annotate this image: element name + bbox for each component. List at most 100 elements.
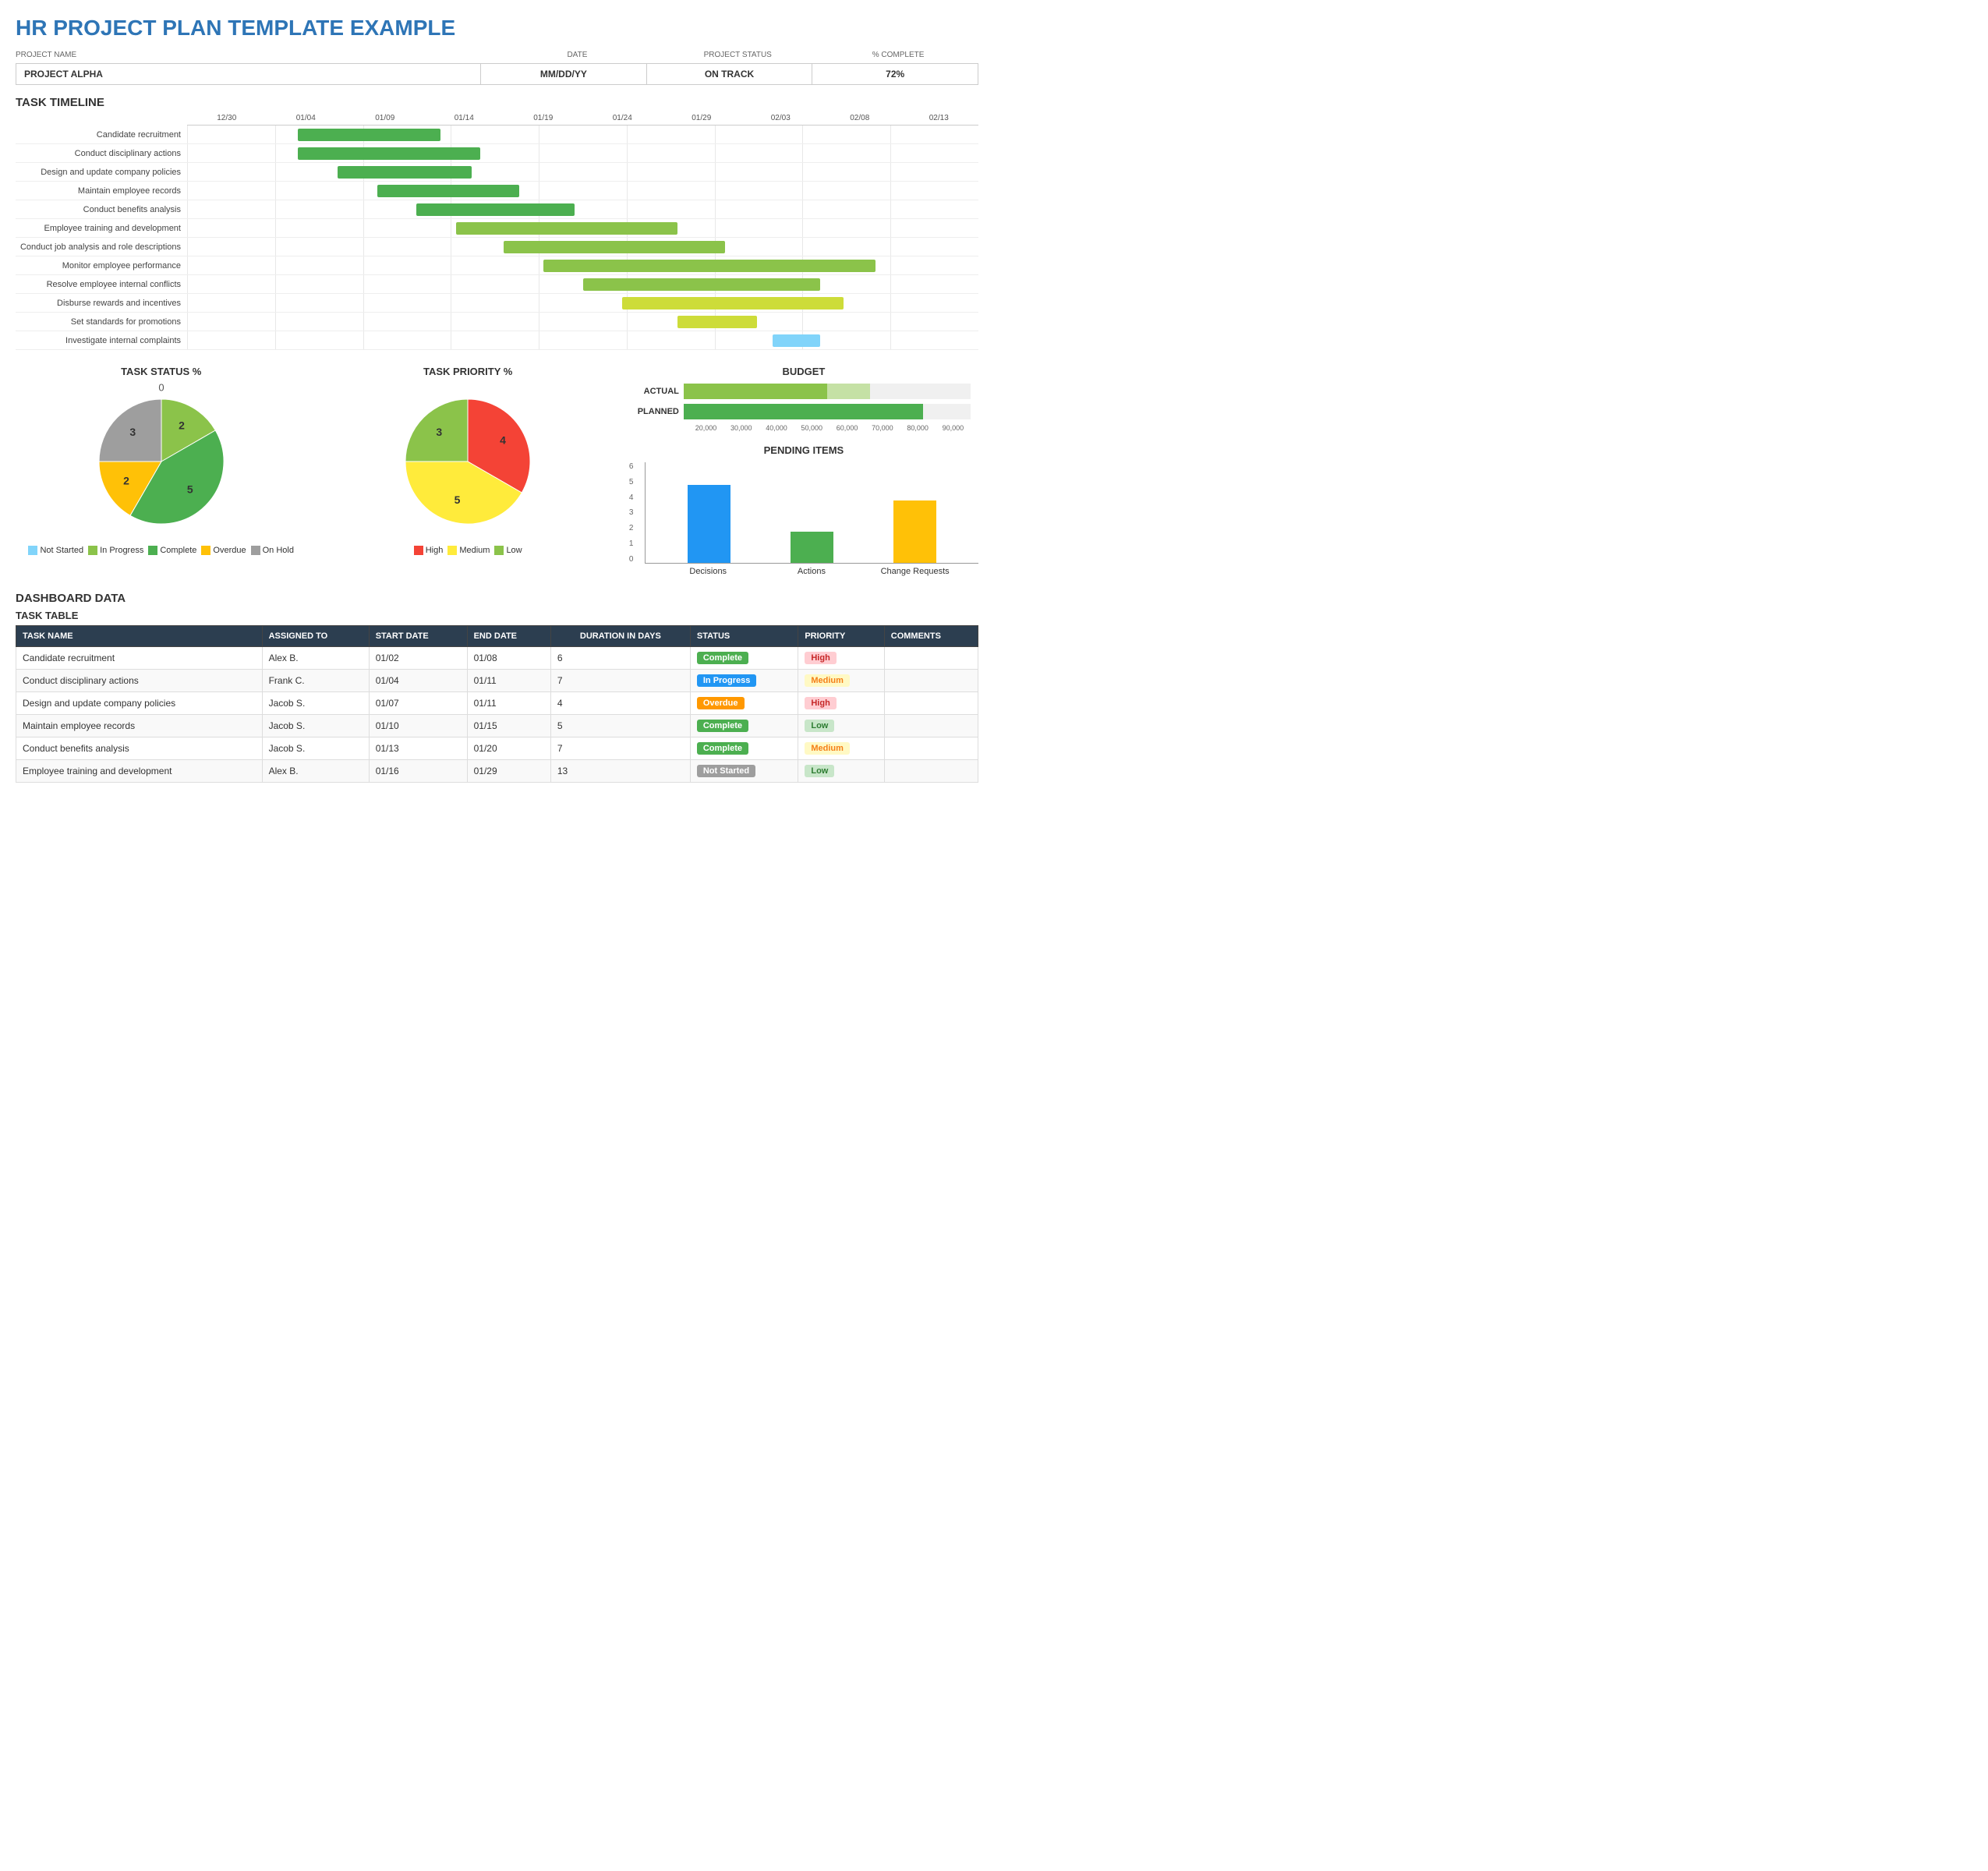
svg-text:2: 2	[179, 419, 185, 432]
table-header: COMMENTS	[884, 626, 978, 647]
priority-badge: Low	[805, 765, 834, 777]
table-cell: Maintain employee records	[16, 715, 263, 737]
comment-cell	[884, 737, 978, 760]
task-table: TASK NAMEASSIGNED TOSTART DATEEND DATEDU…	[16, 625, 978, 783]
pending-x-labels: DecisionsActionsChange Requests	[645, 564, 978, 576]
pending-chart-wrapper: 6543210 DecisionsActionsChange Requests	[629, 462, 978, 576]
status-badge: Complete	[697, 742, 748, 755]
project-date: MM/DD/YY	[481, 64, 647, 84]
table-cell: 01/11	[467, 692, 550, 715]
status-badge: Not Started	[697, 765, 755, 777]
right-charts: BUDGET ACTUALPLANNED20,00030,00040,00050…	[629, 366, 978, 576]
svg-text:0: 0	[158, 384, 164, 393]
gantt-container: 12/3001/0401/0901/1401/1901/2401/2902/03…	[16, 114, 978, 350]
pending-bar	[688, 485, 730, 563]
table-title: TASK TABLE	[16, 610, 978, 621]
priority-cell: High	[798, 647, 884, 670]
table-cell: 4	[550, 692, 690, 715]
pending-bar	[893, 500, 936, 563]
table-header: STATUS	[690, 626, 798, 647]
status-cell: Complete	[690, 737, 798, 760]
table-header: PRIORITY	[798, 626, 884, 647]
gantt-row: Employee training and development	[16, 219, 978, 238]
gantt-bar	[416, 203, 575, 216]
table-cell: Frank C.	[262, 670, 369, 692]
table-cell: Alex B.	[262, 647, 369, 670]
comment-cell	[884, 647, 978, 670]
status-badge: In Progress	[697, 674, 757, 687]
table-cell: 01/10	[369, 715, 467, 737]
table-cell: 13	[550, 760, 690, 783]
table-row: Conduct benefits analysisJacob S.01/1301…	[16, 737, 978, 760]
charts-row: TASK STATUS % 25230 Not StartedIn Progre…	[16, 366, 978, 576]
gantt-row: Conduct disciplinary actions	[16, 144, 978, 163]
status-badge: Overdue	[697, 697, 745, 709]
gantt-bar	[543, 260, 875, 272]
status-cell: Overdue	[690, 692, 798, 715]
table-header: END DATE	[467, 626, 550, 647]
task-priority-legend: HighMediumLow	[414, 546, 522, 555]
budget-title: BUDGET	[629, 366, 978, 377]
table-cell: 01/08	[467, 647, 550, 670]
priority-badge: Low	[805, 720, 834, 732]
page-title: HR PROJECT PLAN TEMPLATE EXAMPLE	[16, 16, 978, 41]
svg-text:3: 3	[129, 426, 136, 438]
table-cell: Conduct benefits analysis	[16, 737, 263, 760]
priority-cell: Low	[798, 760, 884, 783]
pending-bar-group	[688, 485, 730, 563]
table-row: Design and update company policiesJacob …	[16, 692, 978, 715]
status-cell: Complete	[690, 647, 798, 670]
table-cell: 01/20	[467, 737, 550, 760]
project-status: ON TRACK	[647, 64, 813, 84]
budget-chart: ACTUALPLANNED20,00030,00040,00050,00060,…	[629, 384, 978, 432]
table-cell: Jacob S.	[262, 692, 369, 715]
priority-badge: High	[805, 697, 836, 709]
legend-item: Medium	[447, 546, 490, 555]
table-cell: 01/04	[369, 670, 467, 692]
table-cell: Jacob S.	[262, 737, 369, 760]
table-cell: 5	[550, 715, 690, 737]
table-cell: Design and update company policies	[16, 692, 263, 715]
budget-row: ACTUAL	[637, 384, 971, 399]
task-priority-pie-wrapper: 453 HighMediumLow	[322, 384, 613, 555]
table-cell: Conduct disciplinary actions	[16, 670, 263, 692]
comment-cell	[884, 715, 978, 737]
task-status-title: TASK STATUS %	[16, 366, 306, 377]
priority-cell: High	[798, 692, 884, 715]
gantt-row: Set standards for promotions	[16, 313, 978, 331]
table-row: Conduct disciplinary actionsFrank C.01/0…	[16, 670, 978, 692]
dashboard-title: DASHBOARD DATA	[16, 592, 978, 605]
svg-text:5: 5	[187, 483, 193, 495]
priority-cell: Medium	[798, 670, 884, 692]
priority-badge: Medium	[805, 742, 850, 755]
status-cell: Not Started	[690, 760, 798, 783]
gantt-title: TASK TIMELINE	[16, 96, 978, 109]
priority-cell: Medium	[798, 737, 884, 760]
table-cell: 01/02	[369, 647, 467, 670]
proj-date-label: DATE	[567, 51, 587, 59]
task-status-chart: TASK STATUS % 25230 Not StartedIn Progre…	[16, 366, 306, 555]
task-priority-pie: 453	[390, 384, 546, 539]
gantt-bar	[298, 129, 440, 141]
gantt-row: Resolve employee internal conflicts	[16, 275, 978, 294]
table-header: ASSIGNED TO	[262, 626, 369, 647]
pending-y-axis: 6543210	[629, 462, 634, 564]
table-cell: 01/15	[467, 715, 550, 737]
pending-bar-group	[791, 532, 833, 563]
status-badge: Complete	[697, 652, 748, 664]
comment-cell	[884, 760, 978, 783]
svg-text:3: 3	[436, 426, 442, 438]
gantt-row: Candidate recruitment	[16, 126, 978, 144]
table-header: DURATION in days	[550, 626, 690, 647]
project-name: PROJECT ALPHA	[16, 64, 481, 84]
legend-item: In Progress	[88, 546, 143, 555]
gantt-bar	[677, 316, 757, 328]
table-cell: 01/11	[467, 670, 550, 692]
legend-item: High	[414, 546, 444, 555]
gantt-bar	[298, 147, 479, 160]
task-priority-chart: TASK PRIORITY % 453 HighMediumLow	[322, 366, 613, 555]
gantt-row: Disburse rewards and incentives	[16, 294, 978, 313]
table-header: TASK NAME	[16, 626, 263, 647]
table-cell: 7	[550, 670, 690, 692]
gantt-bar	[773, 334, 820, 347]
